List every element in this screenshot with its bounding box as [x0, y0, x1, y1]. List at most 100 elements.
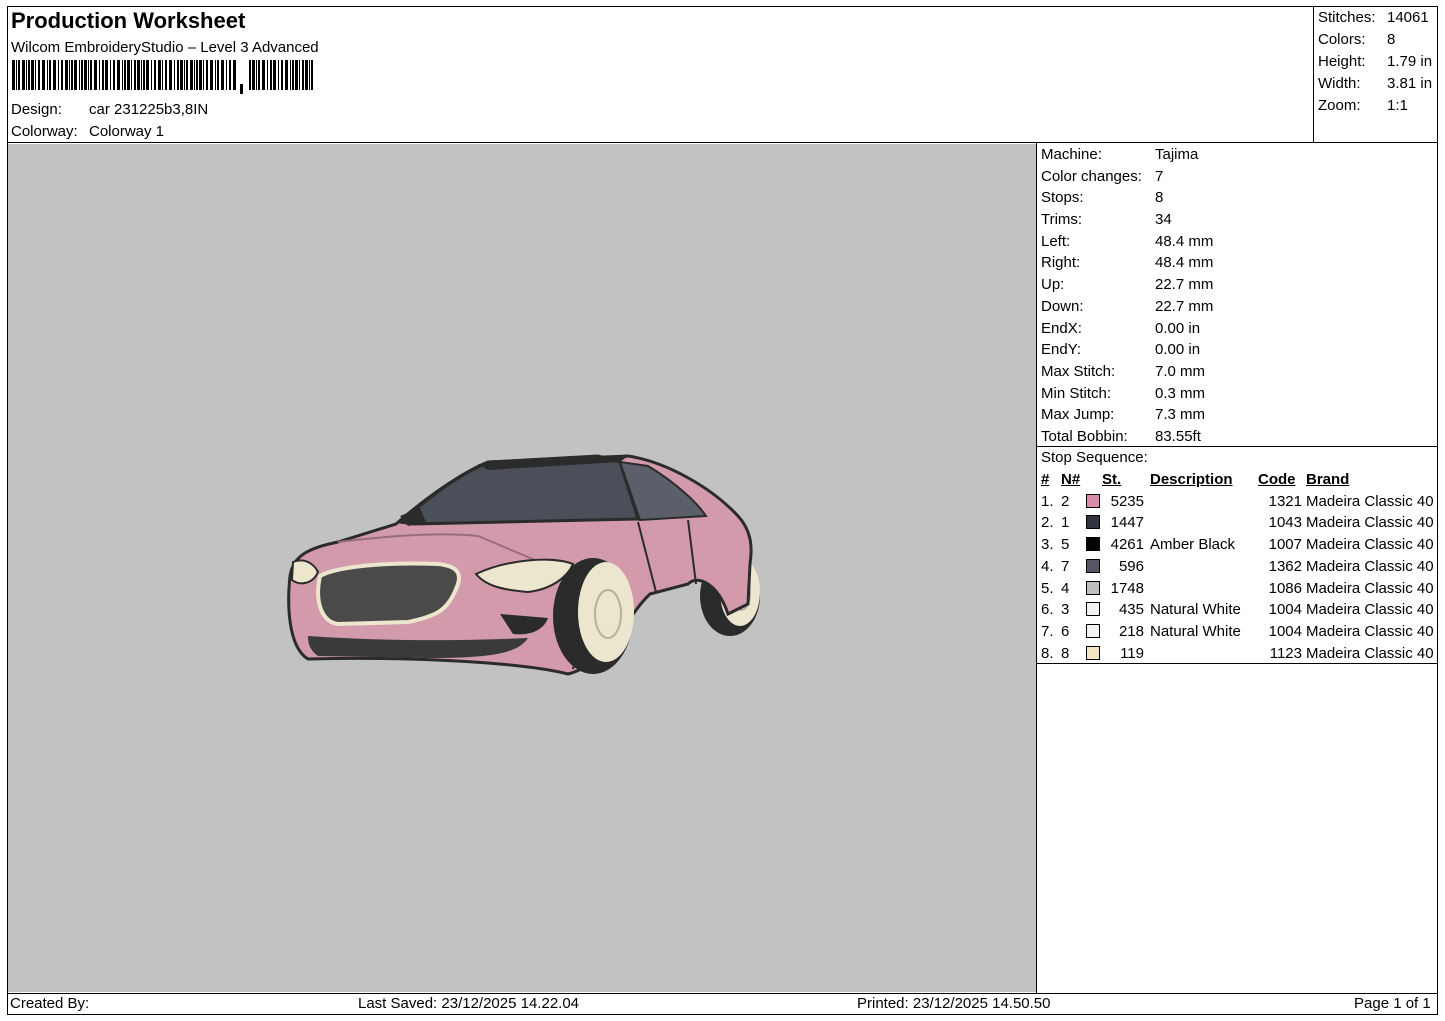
row-code: 1007 [1268, 536, 1302, 554]
row-stitches: 4261 [1110, 536, 1144, 554]
row-swatch [1086, 643, 1102, 665]
color-swatch [1086, 537, 1100, 552]
row-code: 1004 [1268, 622, 1302, 640]
row-needle: 8 [1061, 644, 1070, 662]
design-preview-canvas [8, 144, 1036, 992]
header-divider [7, 142, 1438, 143]
row-num: 5. [1041, 579, 1054, 597]
table-row: 8. 8 119 1123 Madeira Classic 40 [1039, 643, 1434, 665]
info-row: Max Jump: 7.3 mm [1041, 406, 1206, 424]
row-description [1144, 512, 1258, 534]
table-row: 7. 6 218 Natural White 1004 Madeira Classic 4… [1039, 621, 1434, 643]
printed-date: Printed: 23/12/2025 14.50.50 [857, 995, 1051, 1012]
info-row: Stops: 8 [1041, 189, 1164, 207]
row-num: 2. [1041, 514, 1054, 532]
colorway-row: Colorway: Colorway 1 [11, 123, 164, 140]
software-name: Wilcom EmbroideryStudio – Level 3 Advanc… [11, 39, 319, 56]
last-saved: Last Saved: 23/12/2025 14.22.04 [358, 995, 580, 1012]
col-needle: N# [1061, 471, 1081, 488]
row-num: 3. [1041, 536, 1054, 554]
row-needle: 3 [1061, 601, 1070, 619]
row-stitches: 1748 [1110, 579, 1144, 597]
stat-row: Width: 3.81 in [1318, 75, 1433, 92]
row-description [1144, 491, 1258, 513]
table-row: 4. 7 596 1362 Madeira Classic 40 [1039, 556, 1434, 578]
color-swatch [1086, 580, 1100, 595]
barcode-image [12, 60, 313, 94]
row-num: 8. [1041, 644, 1054, 662]
row-num: 4. [1041, 557, 1054, 575]
row-swatch [1086, 621, 1102, 643]
row-stitches: 119 [1120, 644, 1144, 662]
machine-info: Machine: Tajima Color changes: 7 Stops: 8 T… [1041, 144, 1213, 448]
info-row: Machine: Tajima [1041, 146, 1199, 163]
info-row: Down: 22.7 mm [1041, 297, 1214, 315]
row-brand: Madeira Classic 40 [1306, 557, 1434, 575]
colorway-value: Colorway 1 [89, 123, 165, 140]
created-by: Created By: [10, 995, 90, 1012]
row-code: 1043 [1268, 514, 1302, 532]
design-label: Design: [11, 101, 62, 118]
stat-row: Colors: 8 [1318, 31, 1396, 48]
table-row: 1. 2 5235 1321 Madeira Classic 40 [1039, 491, 1434, 513]
design-row: Design: car 231225b3,8IN [11, 101, 208, 118]
row-description [1144, 643, 1258, 665]
row-swatch [1086, 578, 1102, 600]
row-brand: Madeira Classic 40 [1306, 579, 1434, 597]
summary-divider [1313, 6, 1314, 143]
colorway-label: Colorway: [11, 123, 78, 140]
color-swatch [1086, 515, 1100, 530]
stat-row: Stitches: 14061 [1318, 9, 1429, 26]
info-row: EndY: 0.00 in [1041, 341, 1201, 359]
stop-sequence-title: Stop Sequence: [1041, 449, 1148, 466]
page-title: Production Worksheet [11, 8, 246, 33]
row-needle: 2 [1061, 492, 1070, 510]
row-brand: Madeira Classic 40 [1306, 492, 1434, 510]
info-row: Up: 22.7 mm [1041, 276, 1214, 294]
row-code: 1362 [1268, 557, 1302, 575]
row-code: 1123 [1269, 644, 1302, 662]
row-swatch [1086, 556, 1102, 578]
page-number: Page 1 of 1 [1354, 995, 1431, 1012]
row-stitches: 1447 [1110, 514, 1144, 532]
row-description: Amber Black [1150, 536, 1236, 554]
table-row: 5. 4 1748 1086 Madeira Classic 40 [1039, 578, 1434, 600]
color-swatch [1086, 602, 1100, 617]
table-row: 3. 5 4261 Amber Black 1007 Madeira Classic 40 [1039, 534, 1434, 556]
col-brand: Brand [1306, 471, 1350, 488]
row-swatch [1086, 534, 1102, 556]
design-value: car 231225b3,8IN [89, 101, 209, 118]
info-row: Color changes: 7 [1041, 167, 1164, 185]
row-needle: 7 [1061, 557, 1070, 575]
info-row: Right: 48.4 mm [1041, 254, 1214, 272]
row-brand: Madeira Classic 40 [1306, 644, 1434, 662]
footer-divider [7, 993, 1438, 994]
table-row: 6. 3 435 Natural White 1004 Madeira Classic 4… [1039, 599, 1434, 621]
row-brand: Madeira Classic 40 [1306, 536, 1434, 554]
row-brand: Madeira Classic 40 [1306, 622, 1434, 640]
summary-stats: Stitches: 14061 Colors: 8 Height: 1.79 in W… [1318, 7, 1432, 117]
table-row: 2. 1 1447 1043 Madeira Classic 40 [1039, 512, 1434, 534]
info-row: Max Stitch: 7.0 mm [1041, 362, 1206, 380]
row-needle: 5 [1061, 536, 1070, 554]
color-swatch [1086, 645, 1100, 660]
row-code: 1086 [1268, 579, 1302, 597]
row-code: 1004 [1268, 601, 1302, 619]
row-needle: 4 [1061, 579, 1070, 597]
row-code: 1321 [1268, 492, 1302, 510]
color-swatch [1086, 558, 1100, 573]
row-num: 7. [1041, 622, 1054, 640]
col-stitches: St. [1102, 471, 1122, 488]
info-row: EndX: 0.00 in [1041, 319, 1201, 337]
stat-row: Zoom: 1:1 [1318, 97, 1408, 114]
info-row: Trims: 34 [1041, 211, 1172, 229]
color-swatch [1086, 623, 1100, 638]
row-needle: 1 [1061, 514, 1070, 532]
row-swatch [1086, 512, 1102, 534]
row-description: Natural White [1150, 601, 1241, 619]
stop-sequence-table: # N# St. Description Code Brand 1. 2 5235 1… [1039, 469, 1434, 664]
car-embroidery-image [287, 454, 760, 676]
row-num: 1. [1041, 492, 1054, 510]
row-brand: Madeira Classic 40 [1306, 601, 1434, 619]
row-description: Natural White [1150, 622, 1241, 640]
